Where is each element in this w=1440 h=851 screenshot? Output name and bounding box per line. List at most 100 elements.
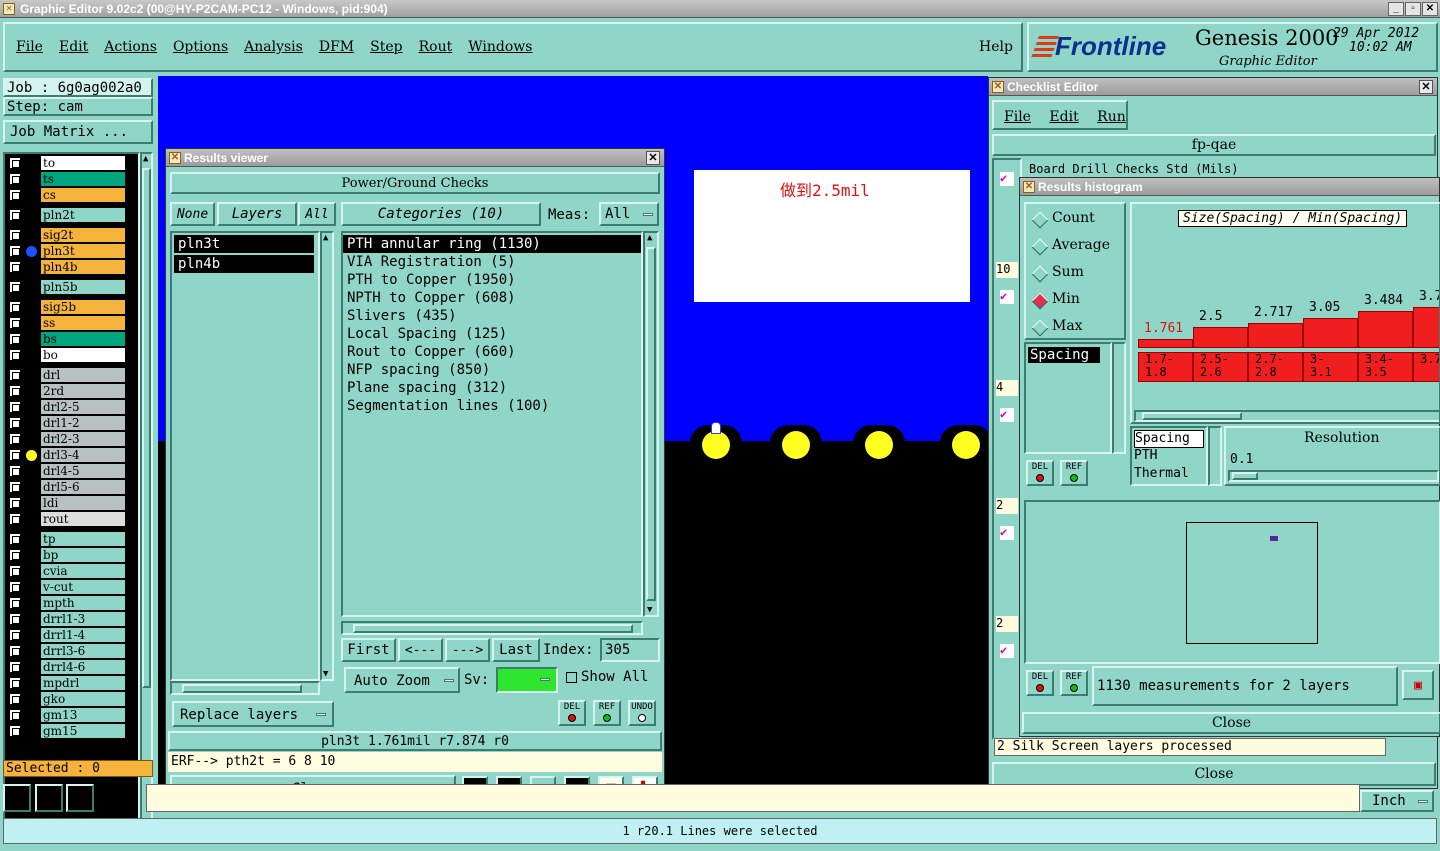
- category-item[interactable]: Plane spacing (312): [343, 379, 641, 397]
- category-item[interactable]: NFP spacing (850): [343, 361, 641, 379]
- layer-checkbox[interactable]: [9, 301, 21, 313]
- category-vscroll[interactable]: ▲ ▼: [643, 231, 659, 617]
- category-list[interactable]: PTH annular ring (1130) VIA Registration …: [341, 231, 643, 617]
- layer-name[interactable]: drrl1-4: [41, 628, 125, 642]
- xy-input[interactable]: [146, 784, 1360, 812]
- histogram-bar[interactable]: [1303, 318, 1358, 348]
- histogram-bar[interactable]: [1248, 323, 1303, 348]
- histogram-hscroll-thumb[interactable]: [1142, 412, 1242, 420]
- spacing-list[interactable]: Spacing: [1024, 342, 1112, 454]
- category-scroll-thumb[interactable]: [646, 247, 656, 601]
- layer-scrollbar[interactable]: ▲ ▼: [140, 152, 153, 830]
- results-layer-item[interactable]: pln4b: [174, 255, 314, 273]
- histogram-close-button[interactable]: Close: [1022, 712, 1440, 734]
- check-mark-icon[interactable]: ✔: [1000, 644, 1014, 658]
- menu-options[interactable]: Options: [173, 39, 228, 55]
- results-layer-item[interactable]: pln3t: [174, 235, 314, 253]
- layer-row-pln5b[interactable]: pln5b: [7, 280, 125, 294]
- layer-checkbox[interactable]: [9, 209, 21, 221]
- layer-name[interactable]: rout: [41, 512, 125, 526]
- layer-checkbox[interactable]: [9, 333, 21, 345]
- prev-button[interactable]: <---: [398, 638, 443, 662]
- resolution-slider[interactable]: [1228, 470, 1439, 482]
- layer-checkbox[interactable]: [9, 189, 21, 201]
- layer-name[interactable]: drrl1-3: [41, 612, 125, 626]
- layer-name[interactable]: gko: [41, 692, 125, 706]
- layer-row-drrl1-3[interactable]: drrl1-3: [7, 612, 125, 626]
- scroll-up-icon[interactable]: ▲: [323, 233, 328, 243]
- layer-checkbox[interactable]: [9, 245, 21, 257]
- layer-checkbox[interactable]: [9, 369, 21, 381]
- layer-checkbox[interactable]: [9, 281, 21, 293]
- hist-ref-button-2[interactable]: REF: [1060, 670, 1088, 696]
- menu-actions[interactable]: Actions: [104, 39, 157, 55]
- layer-name[interactable]: mpdrl: [41, 676, 125, 690]
- layer-name[interactable]: sig5b: [41, 300, 125, 314]
- layer-name[interactable]: pln5b: [41, 280, 125, 294]
- histogram-range-cell[interactable]: 3- 3.1: [1303, 352, 1358, 382]
- show-all-checkbox[interactable]: [566, 672, 577, 683]
- layer-row-to[interactable]: to: [7, 156, 125, 170]
- zoom-tool-icon[interactable]: ⤡: [3, 784, 31, 812]
- checklist-menu-run[interactable]: Run: [1097, 109, 1126, 125]
- menu-rout[interactable]: Rout: [419, 39, 453, 55]
- spacing-list-item[interactable]: Spacing: [1028, 347, 1100, 363]
- layer-checkbox[interactable]: [9, 349, 21, 361]
- scroll-up-icon[interactable]: ▲: [143, 154, 148, 164]
- category-item[interactable]: Local Spacing (125): [343, 325, 641, 343]
- del-button[interactable]: DEL: [558, 700, 586, 726]
- layer-checkbox[interactable]: [9, 401, 21, 413]
- layer-row-drrl3-6[interactable]: drrl3-6: [7, 644, 125, 658]
- layer-name[interactable]: pln2t: [41, 208, 125, 222]
- layer-checkbox[interactable]: [9, 417, 21, 429]
- check-mark-icon[interactable]: ✔: [1000, 408, 1014, 422]
- scroll-up-icon[interactable]: ▲: [647, 233, 652, 243]
- mode-radio-max[interactable]: [1031, 319, 1049, 337]
- layer-name[interactable]: sig2t: [41, 228, 125, 242]
- layer-checkbox[interactable]: [9, 229, 21, 241]
- layer-name[interactable]: drl2-5: [41, 400, 125, 414]
- category-item[interactable]: Rout to Copper (660): [343, 343, 641, 361]
- layer-checkbox[interactable]: [9, 597, 21, 609]
- histogram-range-cell[interactable]: 2.7- 2.8: [1248, 352, 1303, 382]
- layer-row-mpth[interactable]: mpth: [7, 596, 125, 610]
- category-hscroll-thumb[interactable]: [353, 624, 633, 633]
- category-item[interactable]: Slivers (435): [343, 307, 641, 325]
- layer-row-sig2t[interactable]: sig2t: [7, 228, 125, 242]
- category-hscroll[interactable]: [341, 621, 643, 635]
- layer-checkbox[interactable]: [9, 317, 21, 329]
- layer-name[interactable]: drrl3-6: [41, 644, 125, 658]
- layer-name[interactable]: to: [41, 156, 125, 170]
- layer-name[interactable]: ss: [41, 316, 125, 330]
- layer-name[interactable]: ldi: [41, 496, 125, 510]
- mode-radio-min[interactable]: [1031, 292, 1049, 310]
- layer-row-drl5-6[interactable]: drl5-6: [7, 480, 125, 494]
- layer-checkbox[interactable]: [9, 693, 21, 705]
- histogram-range-cell[interactable]: 2.5- 2.6: [1193, 352, 1248, 382]
- layer-checkbox[interactable]: [9, 533, 21, 545]
- layer-row-bo[interactable]: bo: [7, 348, 125, 362]
- histogram-bar[interactable]: [1138, 339, 1193, 348]
- layer-name[interactable]: drl5-6: [41, 480, 125, 494]
- hist-del-button[interactable]: DEL: [1026, 460, 1054, 486]
- layer-row-drrl1-4[interactable]: drrl1-4: [7, 628, 125, 642]
- type-list[interactable]: Spacing PTH Thermal: [1130, 426, 1208, 486]
- scroll-down-icon[interactable]: ▼: [647, 605, 652, 615]
- layer-name[interactable]: drl1-2: [41, 416, 125, 430]
- layer-checkbox[interactable]: [9, 629, 21, 641]
- layer-checkbox[interactable]: [9, 581, 21, 593]
- type-list-item[interactable]: PTH: [1134, 448, 1204, 466]
- layer-name[interactable]: tp: [41, 532, 125, 546]
- layer-name[interactable]: ts: [41, 172, 125, 186]
- layer-row-drl2-5[interactable]: drl2-5: [7, 400, 125, 414]
- layer-row-rout[interactable]: rout: [7, 512, 125, 526]
- layer-row-pln2t[interactable]: pln2t: [7, 208, 125, 222]
- layer-work-dot-icon[interactable]: [26, 246, 37, 257]
- checklist-menu-file[interactable]: File: [1004, 109, 1031, 125]
- menu-dfm[interactable]: DFM: [319, 39, 354, 55]
- hist-del-button-2[interactable]: DEL: [1026, 670, 1054, 696]
- layer-checkbox[interactable]: [9, 565, 21, 577]
- layer-results-vscroll[interactable]: ▲ ▼: [320, 231, 334, 681]
- grid-tool-icon[interactable]: ⊞: [66, 784, 94, 812]
- measure-tool-icon[interactable]: ⊿: [35, 784, 63, 812]
